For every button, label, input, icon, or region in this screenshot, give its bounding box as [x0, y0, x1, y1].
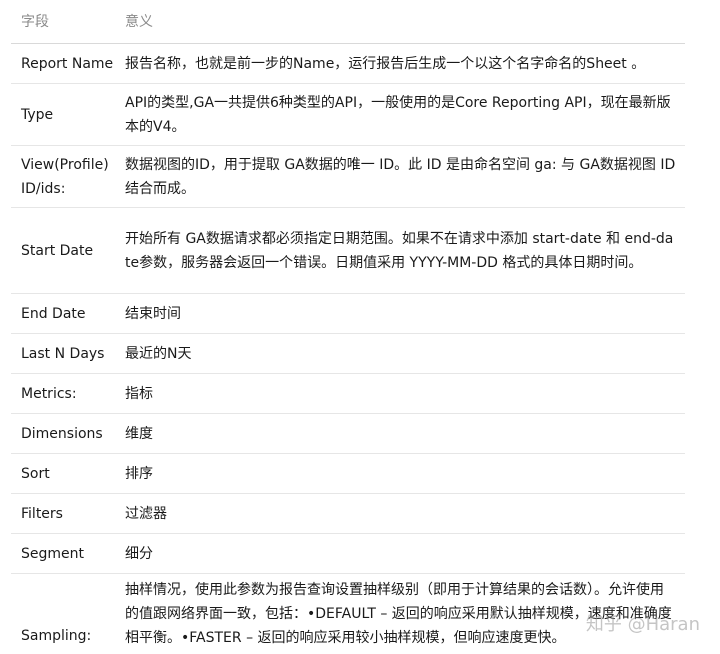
field-meaning-table: 字段 意义 Report Name 报告名称，也就是前一步的Name，运行报告后… [11, 0, 685, 650]
row-field: Report Name [21, 55, 114, 72]
table-row: Start Date 开始所有 GA数据请求都必须指定日期范围。如果不在请求中添… [11, 208, 685, 294]
row-meaning: API的类型,GA一共提供6种类型的API，一般使用的是Core Reporti… [125, 94, 671, 135]
row-field: Last N Days [21, 345, 105, 362]
row-field: Type [21, 106, 54, 123]
table-row: View(Profile) ID/ids: 数据视图的ID，用于提取 GA数据的… [11, 146, 685, 208]
table-row: Report Name 报告名称，也就是前一步的Name，运行报告后生成一个以这… [11, 44, 685, 84]
row-field: Sort [21, 465, 50, 482]
table-row: Segment 细分 [11, 534, 685, 574]
row-meaning: 过滤器 [125, 505, 167, 522]
row-field: End Date [21, 305, 86, 322]
row-field: Dimensions [21, 425, 103, 442]
row-field: Sampling: [21, 628, 92, 644]
table-row: Type API的类型,GA一共提供6种类型的API，一般使用的是Core Re… [11, 84, 685, 146]
row-meaning: 抽样情况，使用此参数为报告查询设置抽样级别（即用于计算结果的会话数）。允许使用的… [125, 582, 672, 646]
row-meaning: 指标 [125, 385, 153, 402]
table-row: Last N Days 最近的N天 [11, 334, 685, 374]
row-field: View(Profile) ID/ids: [21, 156, 109, 197]
row-meaning: 细分 [125, 545, 153, 562]
table-row: Filters 过滤器 [11, 494, 685, 534]
row-meaning: 报告名称，也就是前一步的Name，运行报告后生成一个以这个名字命名的Sheet … [125, 55, 646, 72]
table-row: End Date 结束时间 [11, 294, 685, 334]
row-field: Segment [21, 545, 84, 562]
row-meaning: 维度 [125, 425, 153, 442]
table-row: Sort 排序 [11, 454, 685, 494]
row-meaning: 排序 [125, 465, 153, 482]
table-row: Dimensions 维度 [11, 414, 685, 454]
row-field: Start Date [21, 242, 94, 259]
row-meaning: 开始所有 GA数据请求都必须指定日期范围。如果不在请求中添加 start-dat… [125, 230, 674, 271]
row-meaning: 数据视图的ID，用于提取 GA数据的唯一 ID。此 ID 是由命名空间 ga: … [125, 156, 676, 197]
row-field: Filters [21, 505, 63, 522]
header-field: 字段 [21, 13, 49, 30]
row-meaning: 最近的N天 [125, 345, 192, 362]
row-meaning: 结束时间 [125, 305, 181, 322]
header-meaning: 意义 [125, 13, 153, 30]
row-field: Metrics: [21, 385, 77, 402]
table-row: Sampling: 抽样情况，使用此参数为报告查询设置抽样级别（即用于计算结果的… [11, 574, 685, 650]
table-row: Metrics: 指标 [11, 374, 685, 414]
table-header-row: 字段 意义 [11, 0, 685, 44]
